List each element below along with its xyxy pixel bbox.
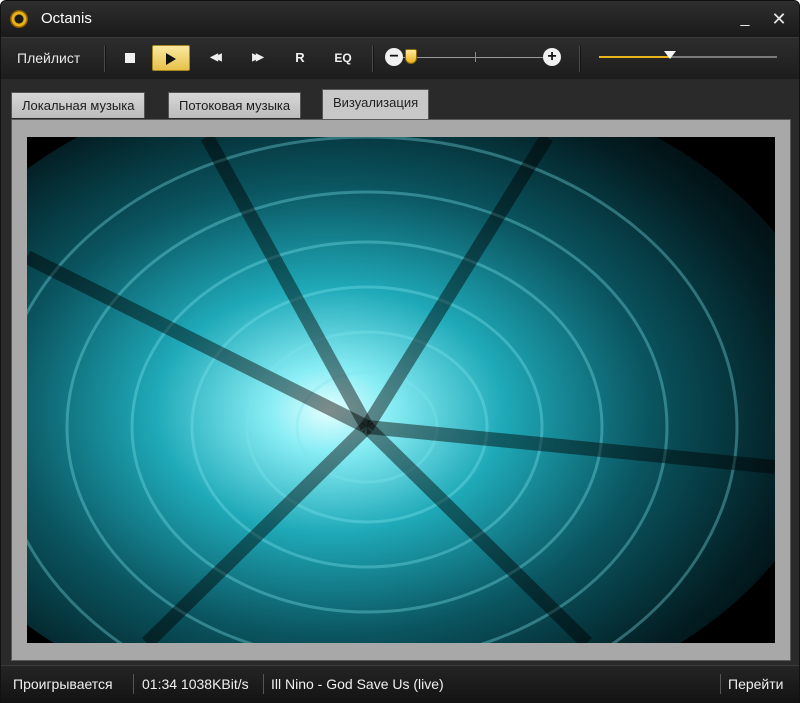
status-divider [720,674,721,694]
close-button[interactable]: ✕ [769,9,789,29]
track-title: Ill Nino - God Save Us (live) [271,676,444,692]
visualization-panel [11,119,791,661]
goto-button[interactable]: Перейти [728,676,783,692]
position-slider-handle[interactable] [664,51,677,59]
play-icon [166,52,176,65]
volume-slider-tick [475,52,476,62]
toolbar: Плейлист ◀◀ ▶▶ R EQ − + [1,37,799,80]
play-button[interactable] [152,45,190,71]
repeat-button[interactable]: R [281,45,319,71]
position-slider-fill [599,56,671,58]
tab-bar: Локальная музыка Потоковая музыка Визуал… [1,79,799,119]
app-logo-icon[interactable] [10,10,28,28]
status-divider [263,674,264,694]
volume-slider-track[interactable] [403,57,543,58]
stop-button[interactable] [111,45,149,71]
app-window: Octanis _ ✕ Плейлист ◀◀ ▶▶ R EQ − + Лока… [0,0,800,703]
status-divider [133,674,134,694]
visualization-canvas[interactable] [27,137,775,643]
playback-state: Проигрывается [13,676,113,692]
toolbar-divider [104,46,106,72]
title-bar[interactable]: Octanis _ ✕ [1,1,799,37]
tab-streaming-music[interactable]: Потоковая музыка [168,92,302,118]
toolbar-divider [579,46,581,72]
tab-visualization[interactable]: Визуализация [322,89,430,119]
visualization-graphic [27,137,775,643]
stop-icon [125,52,135,63]
toolbar-divider [372,46,374,72]
minimize-button[interactable]: _ [735,9,755,29]
previous-button[interactable]: ◀◀ [195,45,233,71]
equalizer-button[interactable]: EQ [324,45,362,71]
volume-slider-handle[interactable] [405,49,417,64]
volume-down-button[interactable]: − [385,48,403,66]
volume-up-button[interactable]: + [543,48,561,66]
status-bar: Проигрывается 01:34 1038KBit/s Ill Nino … [1,665,799,702]
time-bitrate: 01:34 1038KBit/s [142,676,249,692]
playlist-button[interactable]: Плейлист [11,46,86,70]
window-title: Octanis [41,10,92,27]
tab-local-music[interactable]: Локальная музыка [11,92,146,118]
position-slider[interactable] [599,51,777,59]
next-button[interactable]: ▶▶ [237,45,275,71]
